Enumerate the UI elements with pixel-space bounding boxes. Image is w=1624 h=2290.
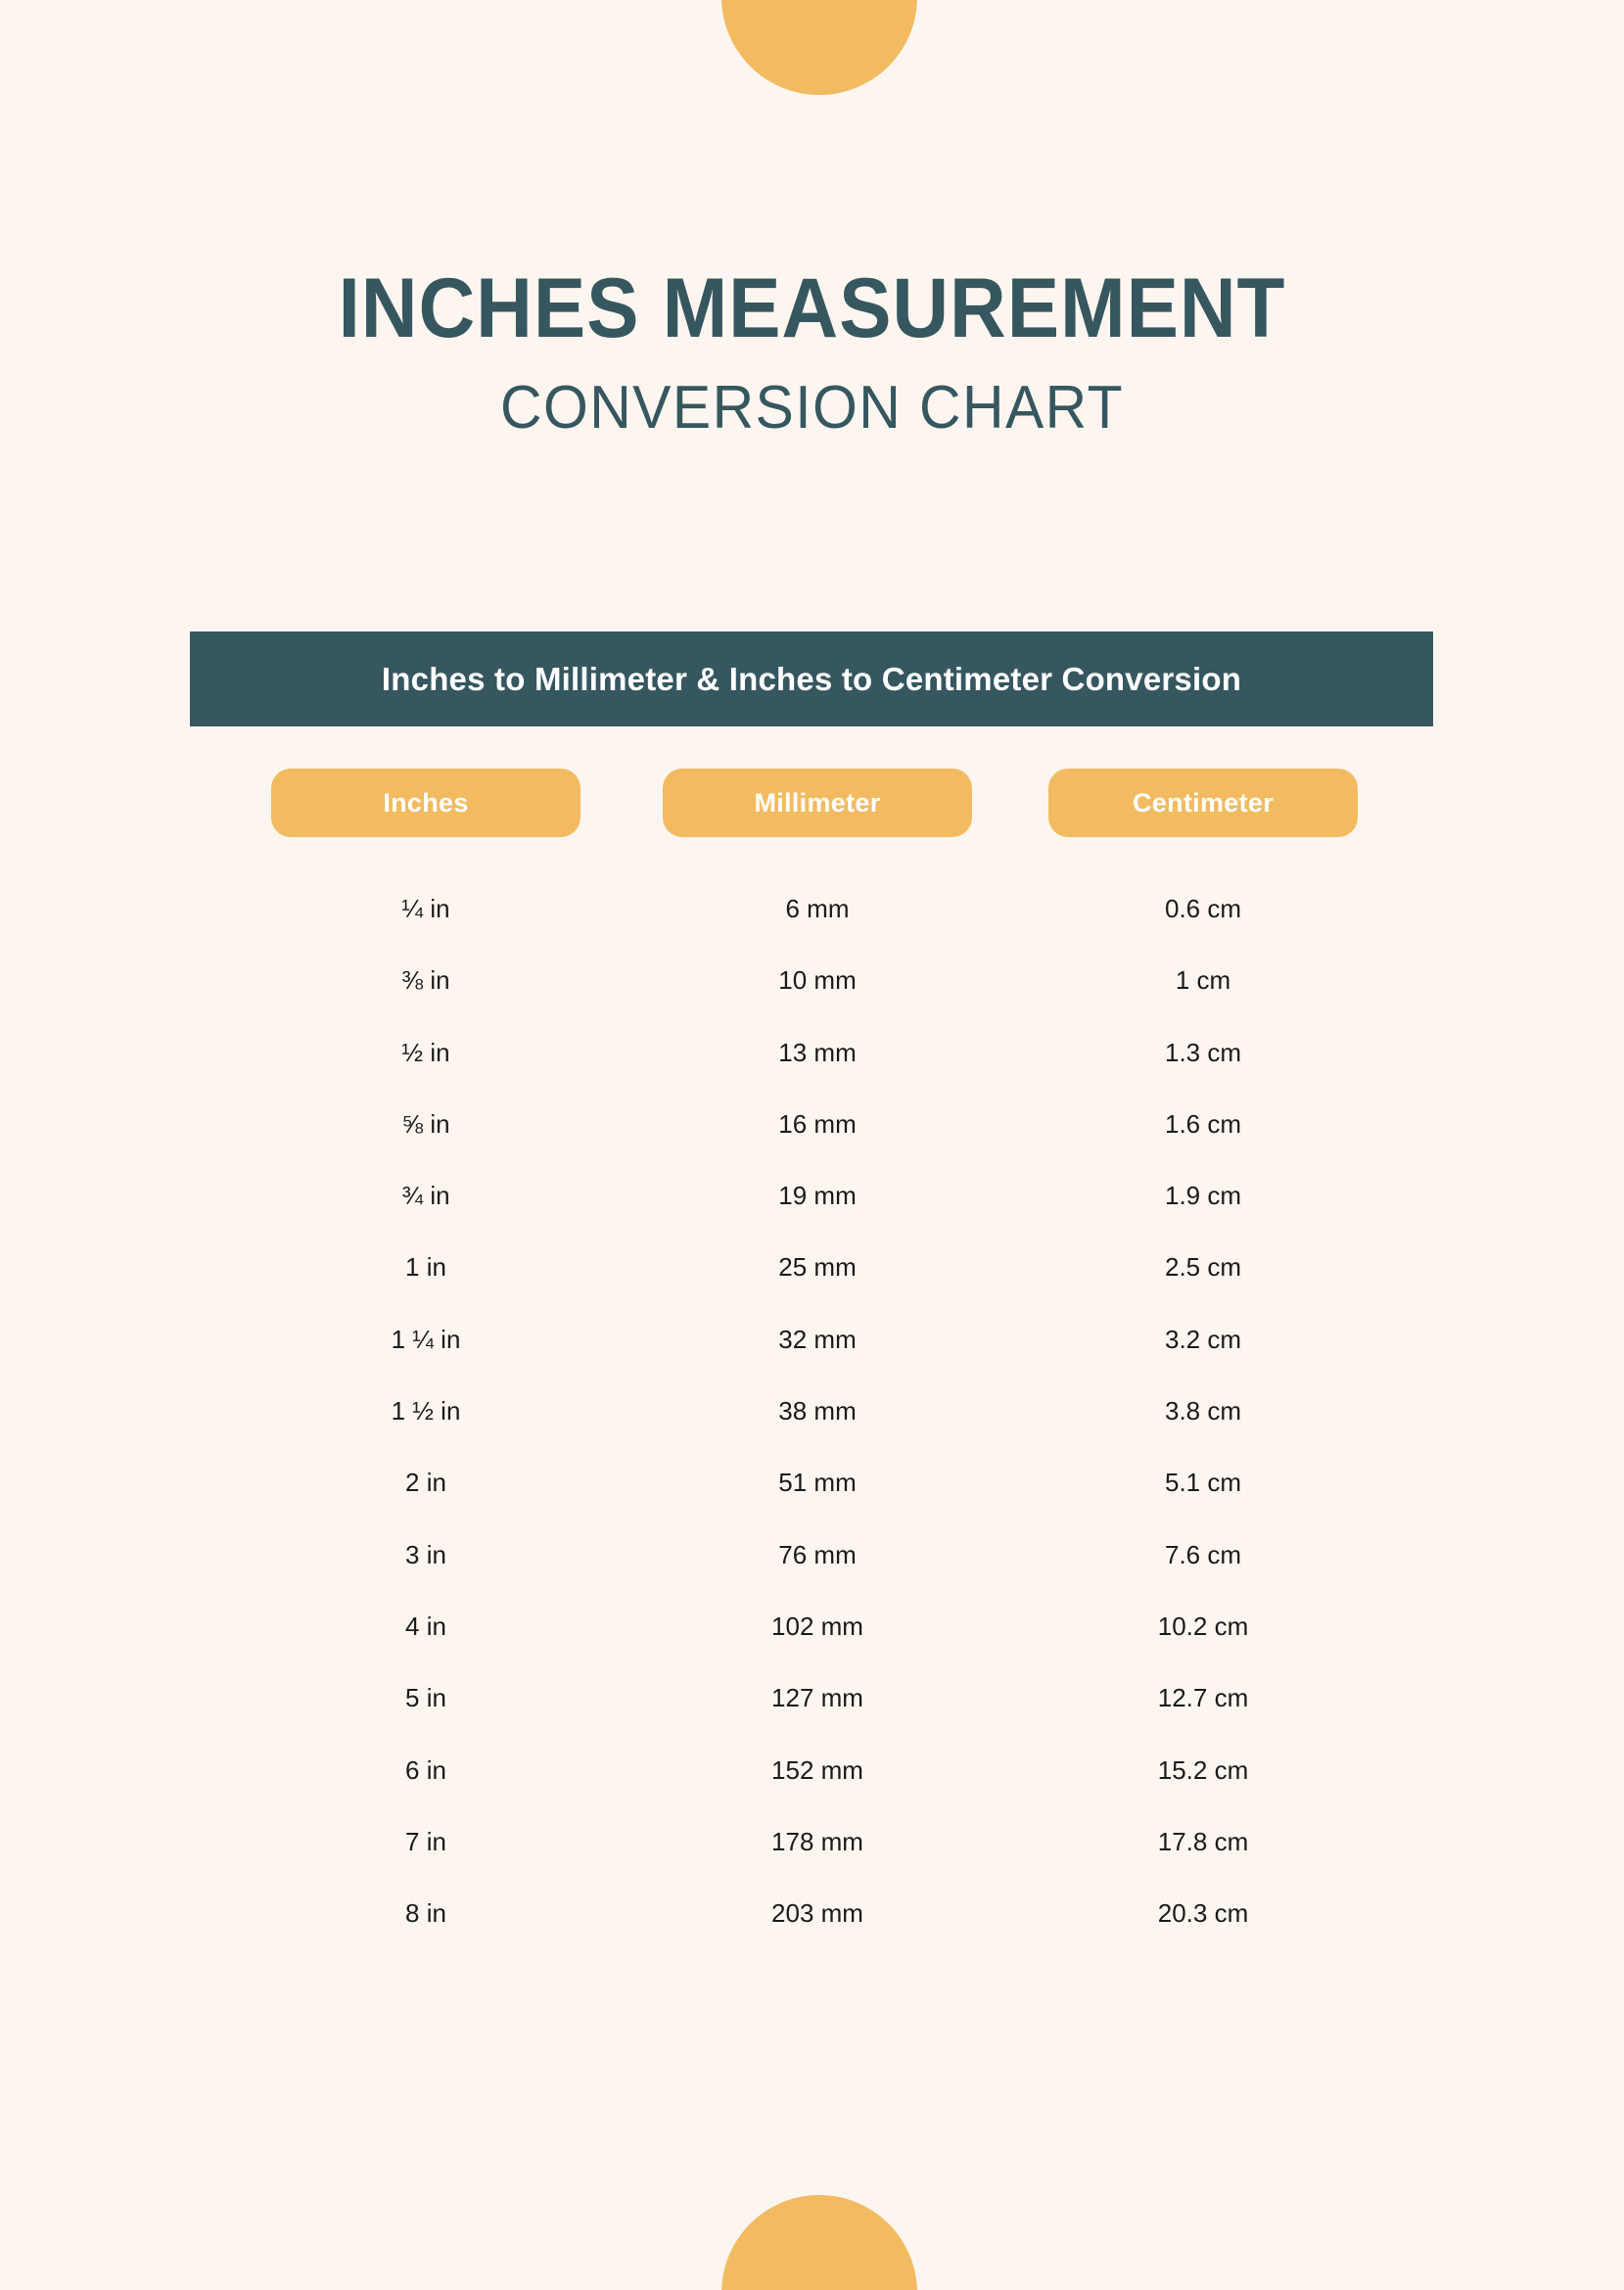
table-cell: 51 mm (778, 1468, 857, 1498)
table-row: 6 in 152 mm 15.2 cm (190, 1757, 1433, 1829)
column-header-millimeter: Millimeter (663, 769, 972, 837)
table-cell: 1.9 cm (1164, 1181, 1242, 1211)
table-cell: 32 mm (778, 1324, 857, 1354)
table-row: 1 ½ in 38 mm 3.8 cm (190, 1398, 1433, 1470)
table-cell: 4 in (405, 1611, 446, 1641)
table-cell: 76 mm (778, 1539, 857, 1569)
table-cell: 10 mm (778, 965, 857, 996)
table-cell: 7.6 cm (1164, 1539, 1242, 1569)
table-cell: 13 mm (778, 1037, 857, 1067)
table-row: 4 in 102 mm 10.2 cm (190, 1613, 1433, 1685)
table-cell: 2.5 cm (1164, 1252, 1242, 1283)
table-cell: 38 mm (778, 1396, 857, 1426)
table-row: 8 in 203 mm 20.3 cm (190, 1900, 1433, 1972)
section-band: Inches to Millimeter & Inches to Centime… (190, 631, 1433, 726)
table-cell: ¾ in (401, 1181, 450, 1211)
table-cell: 17.8 cm (1157, 1826, 1249, 1856)
table-row: ¾ in 19 mm 1.9 cm (190, 1183, 1433, 1254)
table-cell: 8 in (405, 1898, 446, 1929)
table-cell: 5 in (405, 1683, 446, 1713)
top-semicircle-decoration (721, 0, 917, 95)
column-header-centimeter: Centimeter (1048, 769, 1358, 837)
table-cell: ¼ in (401, 894, 450, 923)
table-cell: ½ in (401, 1037, 450, 1067)
table-row: 2 in 51 mm 5.1 cm (190, 1470, 1433, 1541)
column-header-row: Inches Millimeter Centimeter (190, 769, 1433, 837)
table-cell: 102 mm (771, 1611, 863, 1641)
table-cell: 2 in (405, 1468, 446, 1498)
table-cell: 1 ½ in (391, 1396, 461, 1426)
table-cell: 0.6 cm (1164, 894, 1242, 923)
table-cell: 178 mm (771, 1826, 863, 1856)
page-title: INCHES MEASUREMENT (338, 261, 1286, 355)
conversion-table: ¼ in 6 mm 0.6 cm ⅜ in 10 mm 1 cm ½ in 13 mm 1.3 … (190, 896, 1433, 1972)
table-cell: 127 mm (771, 1683, 863, 1713)
table-cell: 1 in (405, 1252, 446, 1283)
table-cell: 6 mm (785, 894, 850, 923)
table-row: 7 in 178 mm 17.8 cm (190, 1829, 1433, 1900)
column-header-label: Millimeter (754, 787, 881, 818)
conversion-chart-page: INCHES MEASUREMENT CONVERSION CHART Inch… (0, 0, 1624, 2290)
table-row: 5 in 127 mm 12.7 cm (190, 1685, 1433, 1756)
table-row: 1 ¼ in 32 mm 3.2 cm (190, 1327, 1433, 1398)
table-cell: 3 in (405, 1539, 446, 1569)
table-cell: 19 mm (778, 1181, 857, 1211)
table-cell: 5.1 cm (1164, 1468, 1242, 1498)
table-cell: 16 mm (778, 1108, 857, 1139)
table-cell: 6 in (405, 1754, 446, 1785)
table-cell: 25 mm (778, 1252, 857, 1283)
table-row: 3 in 76 mm 7.6 cm (190, 1542, 1433, 1613)
table-cell: ⅝ in (401, 1108, 450, 1139)
table-cell: 7 in (405, 1826, 446, 1856)
table-row: 1 in 25 mm 2.5 cm (190, 1254, 1433, 1326)
section-band-label: Inches to Millimeter & Inches to Centime… (381, 660, 1242, 697)
column-header-label: Centimeter (1132, 787, 1275, 818)
table-cell: 12.7 cm (1157, 1683, 1249, 1713)
table-row: ⅝ in 16 mm 1.6 cm (190, 1111, 1433, 1183)
table-cell: 10.2 cm (1157, 1611, 1249, 1641)
table-cell: 152 mm (771, 1754, 863, 1785)
table-cell: 3.8 cm (1164, 1396, 1242, 1426)
table-cell: 1.6 cm (1164, 1108, 1242, 1139)
column-header-inches: Inches (271, 769, 580, 837)
table-row: ½ in 13 mm 1.3 cm (190, 1040, 1433, 1111)
table-cell: 1 cm (1175, 965, 1231, 996)
page-subtitle: CONVERSION CHART (500, 374, 1124, 442)
table-cell: 20.3 cm (1157, 1898, 1249, 1929)
table-cell: 1 ¼ in (391, 1324, 461, 1354)
bottom-semicircle-decoration (721, 2195, 917, 2290)
table-row: ⅜ in 10 mm 1 cm (190, 967, 1433, 1039)
table-cell: 15.2 cm (1157, 1754, 1249, 1785)
table-cell: 3.2 cm (1164, 1324, 1242, 1354)
page-title-block: INCHES MEASUREMENT CONVERSION CHART (0, 266, 1624, 439)
table-row: ¼ in 6 mm 0.6 cm (190, 896, 1433, 967)
table-cell: 203 mm (771, 1898, 863, 1929)
table-cell: ⅜ in (401, 965, 450, 996)
table-cell: 1.3 cm (1164, 1037, 1242, 1067)
column-header-label: Inches (383, 787, 469, 818)
